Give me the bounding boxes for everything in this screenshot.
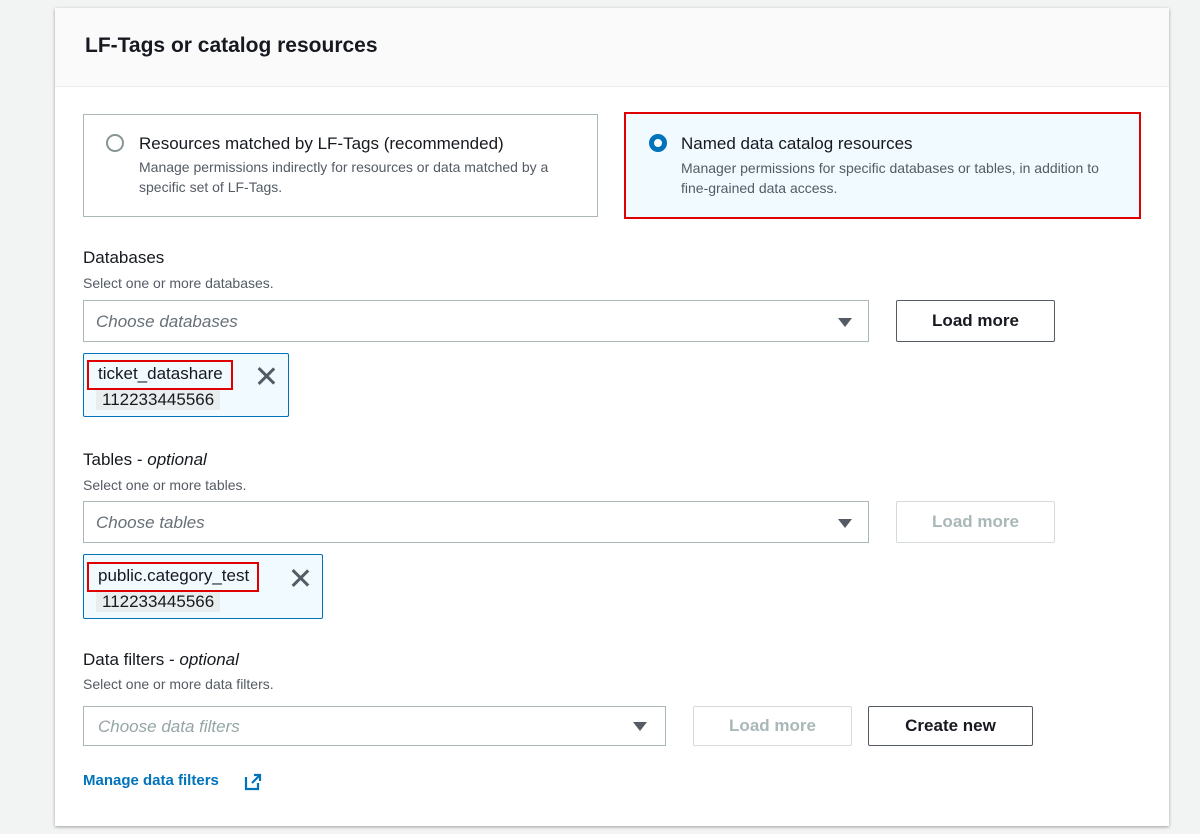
table-token-name: public.category_test [87, 562, 260, 592]
panel-title: LF-Tags or catalog resources [85, 34, 378, 57]
data-filters-label-text: Data filters - [83, 650, 180, 669]
table-token-account: 112233445566 [96, 592, 221, 612]
database-token: ticket_datashare 112233445566 [83, 353, 289, 417]
data-filters-description: Select one or more data filters. [83, 676, 274, 692]
tables-label: Tables - optional [83, 450, 207, 470]
close-icon[interactable] [290, 568, 310, 588]
radio-icon[interactable] [649, 134, 667, 152]
radio-icon[interactable] [106, 134, 124, 152]
tables-placeholder: Choose tables [96, 513, 205, 532]
data-filters-placeholder: Choose data filters [98, 717, 240, 736]
lf-tags-resources-panel: LF-Tags or catalog resources Resources m… [55, 8, 1169, 826]
option-lf-tags-tile[interactable]: Resources matched by LF-Tags (recommende… [83, 114, 598, 217]
manage-data-filters-link[interactable]: Manage data filters [83, 772, 219, 789]
tables-label-text: Tables - [83, 450, 148, 469]
panel-header: LF-Tags or catalog resources [55, 8, 1169, 87]
external-link-icon[interactable] [243, 772, 263, 792]
tables-description: Select one or more tables. [83, 477, 247, 493]
option-lf-tags-description: Manage permissions indirectly for resour… [139, 159, 549, 195]
data-filters-select[interactable]: Choose data filters [83, 706, 666, 746]
caret-down-icon [633, 722, 647, 731]
databases-description: Select one or more databases. [83, 275, 274, 291]
data-filters-label-optional: optional [179, 650, 239, 669]
option-named-resources-label: Named data catalog resources [681, 134, 913, 153]
option-named-resources-tile[interactable]: Named data catalog resources Manager per… [624, 112, 1141, 219]
database-token-account: 112233445566 [96, 390, 221, 410]
databases-load-more-button[interactable]: Load more [896, 300, 1055, 342]
option-named-resources-description: Manager permissions for specific databas… [681, 160, 1099, 196]
databases-placeholder: Choose databases [96, 312, 238, 331]
caret-down-icon [838, 519, 852, 528]
databases-select[interactable]: Choose databases [83, 300, 869, 342]
table-token: public.category_test 112233445566 [83, 554, 323, 619]
tables-load-more-button[interactable]: Load more [896, 501, 1055, 543]
data-filters-load-more-button[interactable]: Load more [693, 706, 852, 746]
tables-label-optional: optional [147, 450, 207, 469]
tables-select[interactable]: Choose tables [83, 501, 869, 543]
databases-label: Databases [83, 248, 165, 267]
close-icon[interactable] [256, 366, 276, 386]
page-gutter [0, 0, 18, 834]
database-token-name: ticket_datashare [87, 360, 233, 390]
caret-down-icon [838, 318, 852, 327]
create-new-filter-button[interactable]: Create new [868, 706, 1033, 746]
data-filters-label: Data filters - optional [83, 650, 239, 670]
option-lf-tags-label: Resources matched by LF-Tags (recommende… [139, 134, 504, 153]
